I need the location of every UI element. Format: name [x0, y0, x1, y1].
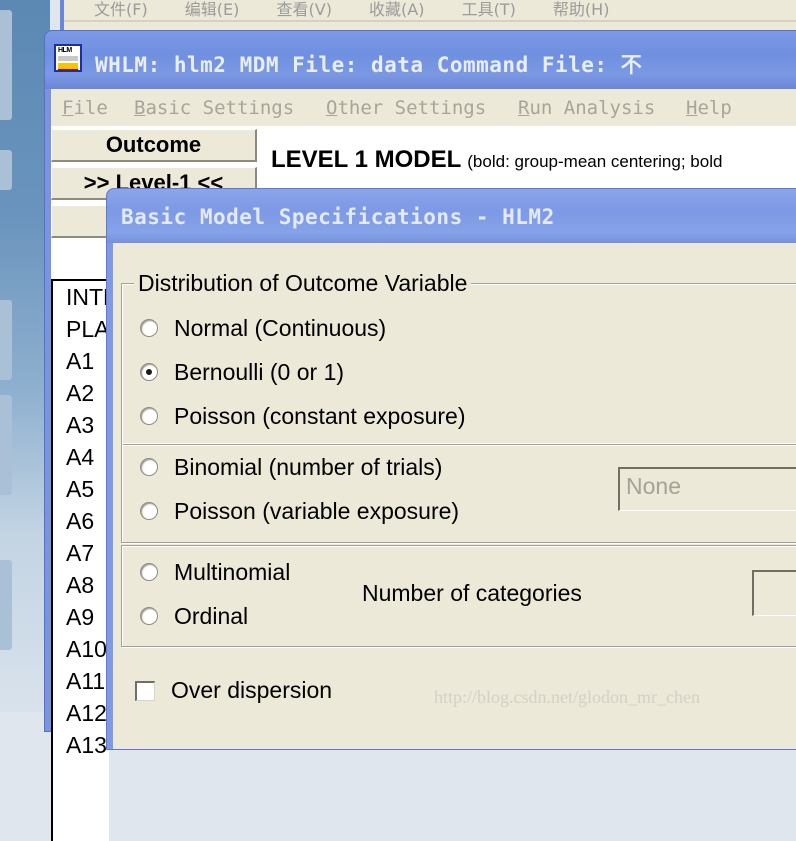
desktop-icon-tile [0, 560, 12, 650]
radio-binomial[interactable]: Binomial (number of trials) [140, 453, 442, 481]
watermark: http://blog.csdn.net/glodon_mr_chen [434, 687, 700, 707]
radio-label: Multinomial [174, 558, 291, 585]
icon-bar-gray [58, 56, 78, 61]
model-heading: LEVEL 1 MODEL [271, 146, 462, 173]
radio-circle-icon [140, 458, 158, 476]
window-title: WHLM: hlm2 MDM File: data Command File: … [95, 53, 643, 77]
variable-list[interactable]: INTRCPT1 PLACE A1 A2 A3 A4 A5 A6 A7 A8 A… [51, 279, 109, 841]
whlm-titlebar[interactable]: HLM WHLM: hlm2 MDM File: data Command Fi… [45, 31, 796, 89]
desktop-background [0, 0, 50, 712]
distribution-group-title: Distribution of Outcome Variable [134, 270, 472, 297]
model-note: (bold: group-mean centering; bold [467, 152, 723, 171]
background-menubar: 文件(F) 编辑(E) 查看(V) 收藏(A) 工具(T) 帮助(H) [64, 0, 796, 22]
radio-circle-icon [140, 407, 158, 425]
menu-mnemonic: H [686, 97, 698, 119]
categories-input[interactable] [752, 570, 796, 616]
radio-label: Poisson (variable exposure) [174, 497, 460, 524]
icon-glyph: HLM [58, 47, 72, 54]
menu-label: ther Settings [337, 97, 487, 119]
variable-item[interactable]: A13 [53, 729, 109, 761]
radio-bernoulli[interactable]: Bernoulli (0 or 1) [140, 358, 344, 386]
menu-mnemonic: F [62, 97, 74, 119]
variable-item[interactable]: A7 [53, 537, 109, 569]
bg-menu-edit[interactable]: 编辑(E) [185, 0, 240, 20]
variable-exposure-group: Binomial (number of trials) Poisson (var… [121, 443, 796, 543]
outcome-button[interactable]: Outcome [51, 129, 257, 162]
desktop-icon-tile [0, 150, 12, 190]
variable-item[interactable]: A12 [53, 697, 109, 729]
hlm-app-icon[interactable]: HLM [54, 44, 82, 72]
variable-item[interactable]: A3 [53, 409, 109, 441]
radio-label: Normal (Continuous) [174, 314, 387, 341]
menu-run-analysis[interactable]: Run Analysis [518, 97, 655, 119]
checkbox-icon [135, 680, 155, 701]
radio-poisson-variable[interactable]: Poisson (variable exposure) [140, 497, 459, 525]
menu-help[interactable]: Help [686, 97, 732, 119]
menu-label: asic Settings [145, 97, 295, 119]
menu-mnemonic: B [134, 97, 146, 119]
app-menubar: File Basic Settings Other Settings Run A… [51, 89, 796, 126]
basic-model-dialog: Basic Model Specifications - HLM2 Distri… [106, 188, 796, 750]
radio-circle-icon [140, 607, 158, 625]
menu-basic-settings[interactable]: Basic Settings [134, 97, 294, 119]
bg-menu-help[interactable]: 帮助(H) [553, 0, 610, 20]
variable-item[interactable]: A9 [53, 601, 109, 633]
bg-menu-tools[interactable]: 工具(T) [462, 0, 516, 20]
radio-normal[interactable]: Normal (Continuous) [140, 314, 386, 342]
variable-item[interactable]: PLACE [53, 313, 109, 345]
icon-bar-yellow [58, 63, 78, 70]
radio-label: Poisson (constant exposure) [174, 402, 466, 429]
radio-circle-icon [140, 502, 158, 520]
menu-mnemonic: R [518, 97, 530, 119]
variable-item[interactable]: A2 [53, 377, 109, 409]
dialog-titlebar[interactable]: Basic Model Specifications - HLM2 [107, 189, 796, 243]
menu-label: un Analysis [529, 97, 656, 119]
categories-label: Number of categories [362, 580, 582, 606]
dialog-title: Basic Model Specifications - HLM2 [121, 205, 555, 229]
variable-item[interactable]: INTRCPT1 [53, 281, 109, 313]
menu-mnemonic: O [326, 97, 338, 119]
radio-poisson-constant[interactable]: Poisson (constant exposure) [140, 402, 466, 430]
radio-selected-icon [140, 363, 158, 381]
variable-item[interactable]: A10 [53, 633, 109, 665]
dialog-body: Distribution of Outcome Variable Normal … [113, 243, 796, 749]
bg-menu-view[interactable]: 查看(V) [277, 0, 332, 20]
radio-ordinal[interactable]: Ordinal [140, 602, 248, 630]
variable-item[interactable]: A8 [53, 569, 109, 601]
radio-circle-icon [140, 319, 158, 337]
categorical-group: Multinomial Ordinal Number of categories [121, 545, 796, 647]
radio-label: Bernoulli (0 or 1) [174, 358, 345, 385]
variable-item[interactable]: A5 [53, 473, 109, 505]
desktop-icon-tile [0, 300, 12, 380]
radio-label: Binomial (number of trials) [174, 453, 443, 480]
over-dispersion-checkbox[interactable]: Over dispersion [135, 677, 332, 704]
bg-menu-file[interactable]: 文件(F) [94, 0, 148, 20]
menu-file[interactable]: File [62, 97, 108, 119]
menu-label: elp [697, 97, 732, 119]
level-model-heading: LEVEL 1 MODEL (bold: group-mean centering… [271, 146, 722, 174]
desktop-icon-tile [0, 10, 12, 120]
checkbox-label: Over dispersion [171, 677, 333, 703]
variable-item[interactable]: A1 [53, 345, 109, 377]
variable-item[interactable]: A6 [53, 505, 109, 537]
distribution-group: Distribution of Outcome Variable Normal … [121, 270, 796, 445]
bg-menu-favorites[interactable]: 收藏(A) [369, 0, 424, 20]
variable-item[interactable]: A11 [53, 665, 109, 697]
radio-multinomial[interactable]: Multinomial [140, 558, 290, 586]
radio-circle-icon [140, 563, 158, 581]
desktop-icon-tile [0, 395, 12, 495]
variable-item[interactable]: A4 [53, 441, 109, 473]
trials-variable-select[interactable]: None [618, 467, 796, 511]
menu-label: ile [73, 97, 108, 119]
radio-label: Ordinal [174, 602, 249, 629]
menu-other-settings[interactable]: Other Settings [326, 97, 486, 119]
